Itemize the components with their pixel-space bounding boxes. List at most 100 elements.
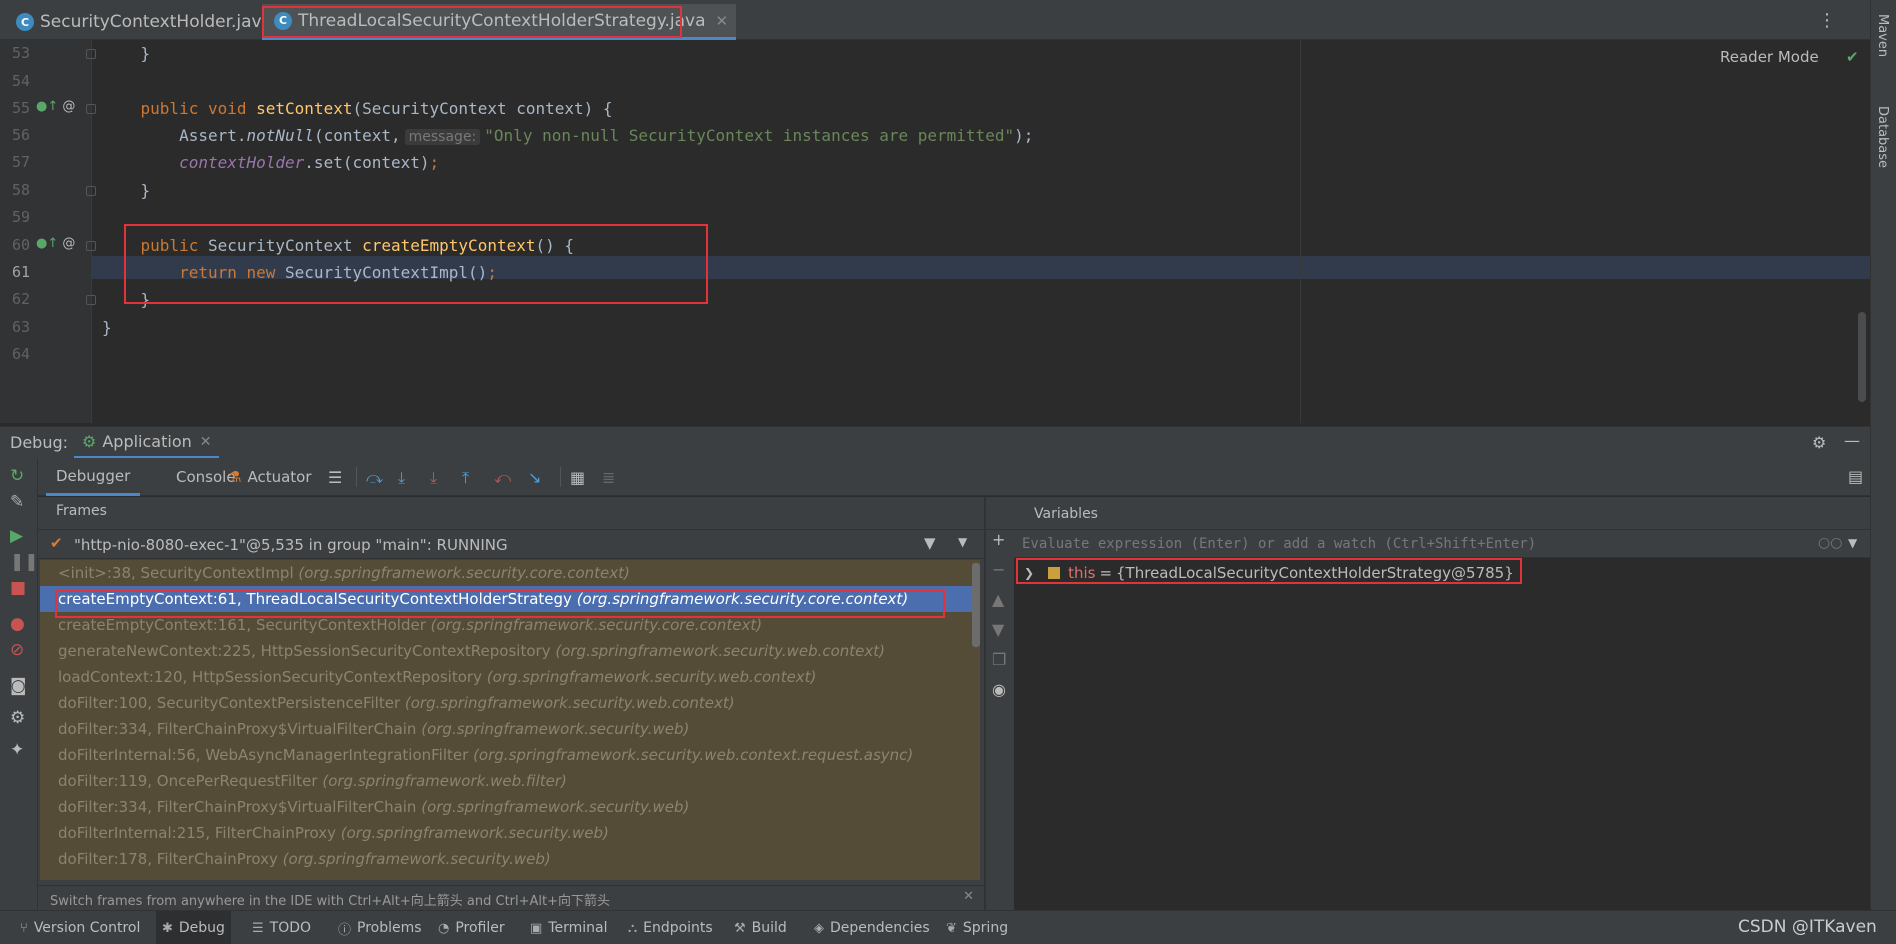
filter-icon[interactable]: ▼ [924,534,936,552]
camera-icon[interactable]: ◙ [10,676,27,696]
tool-build[interactable]: ⚒ Build [728,911,793,944]
variable-row[interactable]: ❯ this = {ThreadLocalSecurityContextHold… [1014,560,1514,586]
gear-icon[interactable]: ⚙ [1812,433,1826,452]
frame-item[interactable]: doFilterInternal:56, WebAsyncManagerInte… [40,742,980,768]
editor-scrollbar[interactable] [1858,312,1866,402]
tab-actuator[interactable]: ⚗ Actuator [218,458,322,496]
frame-item[interactable]: doFilter:334, FilterChainProxy$VirtualFi… [40,716,980,742]
frame-item[interactable]: createEmptyContext:161, SecurityContextH… [40,612,980,638]
reader-mode-button[interactable]: Reader Mode [1720,48,1819,66]
tool-label: Dependencies [830,920,930,936]
override-marker-icon[interactable]: ●↑ @ [36,99,75,114]
chevron-right-icon[interactable]: ❯ [1024,566,1034,580]
move-down-icon[interactable]: ▼ [992,620,1004,639]
tab-application[interactable]: ⚙ Application ✕ [74,427,220,459]
force-step-into-icon[interactable]: ⤓ [430,468,437,488]
override-marker-icon[interactable]: ●↑ @ [36,236,75,251]
thread-selector[interactable]: ✔ "http-nio-8080-exec-1"@5,535 in group … [38,529,984,559]
chevron-down-icon[interactable]: ▼ [958,535,967,549]
fold-icon[interactable] [86,49,96,59]
tab-security-context-holder[interactable]: C SecurityContextHolder.java [4,4,280,40]
step-into-icon[interactable]: ⤓ [398,468,405,488]
code-line: } [102,181,151,200]
fold-icon[interactable] [86,186,96,196]
tool-todo[interactable]: ☰ TODO [246,911,317,944]
fold-icon[interactable] [86,241,96,251]
editor-gutter: 53 54 55 56 57 58 59 60 61 62 63 64 ●↑ @… [0,40,96,423]
remove-icon[interactable]: − [992,560,1005,579]
frame-item[interactable]: loadContext:120, HttpSessionSecurityCont… [40,664,980,690]
code-line: } [102,290,151,309]
tool-label: Debug [178,920,225,936]
tool-terminal[interactable]: ▣ Terminal [524,911,613,944]
line-number: 58 [11,181,30,199]
chevron-down-icon[interactable]: ▼ [1848,536,1857,550]
frame-package: (org.springframework.security.web) [421,720,690,738]
code-line: Assert.notNull(context, message: "Only non… [102,126,1034,145]
more-vertical-icon[interactable]: ⋮ [1818,10,1836,31]
move-up-icon[interactable]: ▲ [992,590,1004,609]
minimize-icon[interactable]: — [1844,431,1860,450]
tip-text: Switch frames from anywhere in the IDE w… [50,894,611,909]
thread-label: "http-nio-8080-exec-1"@5,535 in group "m… [74,536,508,554]
close-icon[interactable]: ✕ [716,12,729,30]
settings-icon[interactable]: ⚙ [10,708,25,728]
add-icon[interactable]: + [992,530,1005,549]
tool-spring[interactable]: ❦ Spring [940,911,1014,944]
tool-profiler[interactable]: ◔ Profiler [432,911,511,944]
copy-icon[interactable]: ❐ [992,650,1006,669]
tool-debug[interactable]: ✱ Debug [156,911,231,944]
step-out-icon[interactable]: ⤒ [462,468,469,488]
tool-problems[interactable]: ⓘ Problems [332,911,428,944]
frame-item[interactable]: doFilter:334, FilterChainProxy$VirtualFi… [40,794,980,820]
menu-icon[interactable]: ☰ [328,468,342,487]
tool-dependencies[interactable]: ◈ Dependencies [808,911,936,944]
glasses-icon[interactable]: ○○ [1818,535,1842,551]
trace-icon[interactable]: ≣ [602,468,615,487]
maven-tool-label[interactable]: Maven [1875,14,1890,57]
debug-action-stripe: ↻ ✎ ▶ ❚❚ ■ ● ⊘ ◙ ⚙ ✦ [0,458,39,910]
drop-frame-icon[interactable]: ⤺ [494,468,511,488]
close-icon[interactable]: ✕ [200,434,212,450]
frame-item-selected[interactable]: createEmptyContext:61, ThreadLocalSecuri… [40,586,980,612]
evaluate-expression-input[interactable] [1022,534,1812,554]
pause-icon[interactable]: ❚❚ [10,552,39,572]
frame-item[interactable]: doFilter:119, OncePerRequestFilter (org.… [40,768,980,794]
fold-icon[interactable] [86,104,96,114]
layout-icon[interactable]: ▤ [1848,467,1863,486]
tool-version-control[interactable]: ⑂ Version Control [14,911,146,944]
mute-breakpoints-icon[interactable]: ⊘ [10,640,24,660]
database-tool-label[interactable]: Database [1875,106,1890,168]
code-line: public SecurityContext createEmptyContex… [140,236,575,255]
close-icon[interactable]: ✕ [963,889,974,904]
frame-item[interactable]: generateNewContext:225, HttpSessionSecur… [40,638,980,664]
frame-package: (org.springframework.security.web.contex… [473,746,914,764]
frame-item[interactable]: <init>:38, SecurityContextImpl (org.spri… [40,560,980,586]
frame-package: (org.springframework.security.core.conte… [298,564,630,582]
tool-endpoints[interactable]: ⛬ Endpoints [622,911,719,944]
check-icon: ✔ [50,534,63,552]
line-number: 59 [11,208,30,226]
tab-threadlocal-strategy[interactable]: C ThreadLocalSecurityContextHolderStrate… [262,4,737,40]
frame-package: (org.springframework.web.filter) [322,772,567,790]
pin-icon[interactable]: ✦ [10,740,24,760]
frame-item[interactable]: doFilter:100, SecurityContextPersistence… [40,690,980,716]
frame-method: loadContext:120, HttpSessionSecurityCont… [58,668,482,686]
wrench-icon[interactable]: ✎ [10,492,24,512]
evaluate-icon[interactable]: ▦ [570,468,585,487]
rerun-icon[interactable]: ↻ [10,466,24,486]
step-over-icon[interactable]: ⤼ [366,468,383,488]
stop-icon[interactable]: ■ [10,578,26,598]
run-to-cursor-icon[interactable]: ↘ [528,468,541,487]
debug-header: Debug: ⚙ Application ✕ ⚙ — [0,426,1870,459]
resume-icon[interactable]: ▶ [10,526,23,546]
code-editor[interactable]: 53 54 55 56 57 58 59 60 61 62 63 64 ●↑ @… [0,40,1870,423]
frame-item[interactable]: doFilter:178, FilterChainProxy (org.spri… [40,846,980,872]
fold-icon[interactable] [86,295,96,305]
frames-scrollbar[interactable] [972,563,980,647]
view-breakpoints-icon[interactable]: ● [10,614,25,634]
tab-debugger[interactable]: Debugger [46,458,141,496]
frame-item[interactable]: doFilterInternal:215, FilterChainProxy (… [40,820,980,846]
eye-icon[interactable]: ◉ [992,680,1006,699]
frame-package: (org.springframework.security.web.contex… [404,694,735,712]
